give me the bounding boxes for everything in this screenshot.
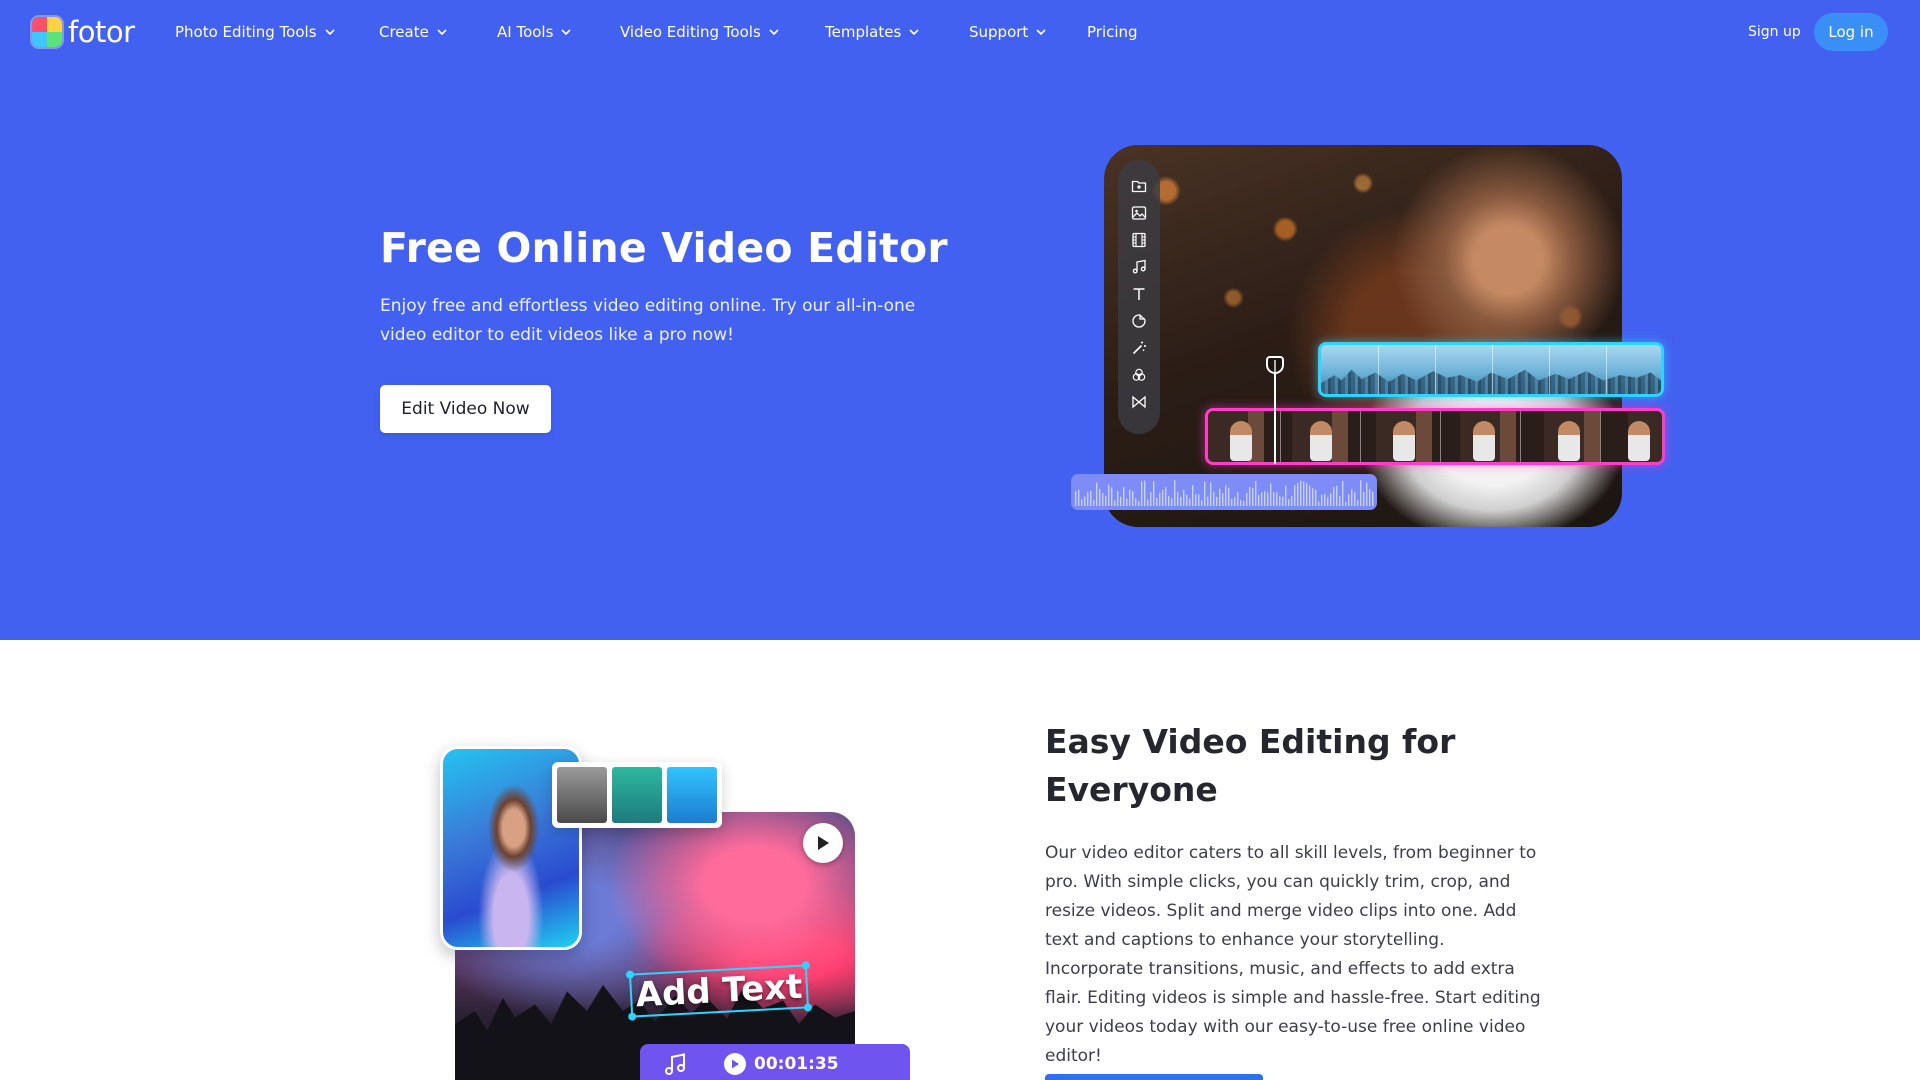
add-text-overlay: Add Text bbox=[625, 961, 813, 1021]
clip-separator bbox=[1360, 411, 1361, 462]
clip-separator bbox=[1600, 411, 1601, 462]
playhead-handle-icon bbox=[1266, 356, 1284, 374]
sign-up-link[interactable]: Sign up bbox=[1748, 20, 1801, 44]
chevron-down-icon bbox=[561, 29, 571, 36]
audio-waveform-track bbox=[1071, 474, 1377, 510]
timecode: 00:01:35 bbox=[754, 1054, 839, 1074]
nav-video-editing-tools[interactable]: Video Editing Tools bbox=[620, 20, 780, 44]
filter-thumbnail-grayscale bbox=[557, 767, 607, 823]
add-text-label: Add Text bbox=[634, 966, 804, 1016]
chevron-down-icon bbox=[324, 29, 335, 36]
portrait-frame bbox=[1628, 421, 1650, 461]
hero-section: fotor Photo Editing Tools Create AI Tool… bbox=[0, 0, 1920, 640]
brand-name: fotor bbox=[68, 15, 135, 49]
nav-label: Video Editing Tools bbox=[620, 23, 761, 41]
text-icon bbox=[1129, 284, 1149, 304]
clip-separator bbox=[1520, 411, 1521, 462]
nav-support[interactable]: Support bbox=[969, 20, 1047, 44]
clip-separator bbox=[1435, 345, 1436, 394]
play-button-icon bbox=[803, 823, 843, 863]
nav-pricing[interactable]: Pricing bbox=[1087, 20, 1138, 44]
music-note-icon bbox=[665, 1053, 685, 1075]
timeline-playhead bbox=[1274, 360, 1276, 464]
music-note-icon bbox=[1129, 257, 1149, 277]
video-editor-preview-image bbox=[1104, 145, 1622, 527]
sticker-icon bbox=[1129, 311, 1149, 331]
magic-wand-icon bbox=[1129, 338, 1149, 358]
feature-cta-button[interactable] bbox=[1045, 1074, 1263, 1080]
portrait-frame bbox=[1310, 421, 1332, 461]
play-icon bbox=[724, 1053, 746, 1075]
hero-title: Free Online Video Editor bbox=[380, 224, 948, 272]
filter-thumbnail-blue bbox=[667, 767, 717, 823]
filter-thumbnail-teal bbox=[612, 767, 662, 823]
nav-label: Templates bbox=[825, 23, 902, 41]
video-track-cyan bbox=[1318, 342, 1664, 397]
nav-create[interactable]: Create bbox=[379, 20, 448, 44]
fotor-logo[interactable]: fotor bbox=[32, 16, 135, 48]
waveform-icon bbox=[1075, 480, 1374, 506]
nav-label: Pricing bbox=[1087, 23, 1138, 41]
upload-folder-icon bbox=[1129, 176, 1149, 196]
city-skyline-clip bbox=[1321, 369, 1661, 394]
chevron-down-icon bbox=[437, 29, 447, 36]
fotor-logo-mark-icon bbox=[32, 17, 62, 47]
clip-separator bbox=[1492, 345, 1493, 394]
image-icon bbox=[1129, 203, 1149, 223]
clip-separator bbox=[1440, 411, 1441, 462]
nav-photo-editing-tools[interactable]: Photo Editing Tools bbox=[175, 20, 336, 44]
filter-thumbnails bbox=[552, 762, 722, 828]
clip-separator bbox=[1378, 345, 1379, 394]
chevron-down-icon bbox=[909, 29, 919, 36]
nav-label: Photo Editing Tools bbox=[175, 23, 317, 41]
nav-templates[interactable]: Templates bbox=[825, 20, 920, 44]
chevron-down-icon bbox=[769, 29, 779, 36]
feature-description: Our video editor caters to all skill lev… bbox=[1045, 843, 1541, 1066]
resize-handle-icon bbox=[625, 970, 635, 979]
editor-toolbar bbox=[1118, 160, 1160, 434]
timeline-bar: 00:01:35 bbox=[640, 1044, 910, 1080]
portrait-frame bbox=[1393, 421, 1415, 461]
top-navigation: fotor Photo Editing Tools Create AI Tool… bbox=[0, 0, 1920, 64]
clip-separator bbox=[1549, 345, 1550, 394]
portrait-frame bbox=[1230, 421, 1252, 461]
nav-label: AI Tools bbox=[497, 23, 554, 41]
log-in-button[interactable]: Log in bbox=[1814, 13, 1888, 51]
nav-ai-tools[interactable]: AI Tools bbox=[497, 20, 572, 44]
portrait-frame bbox=[1473, 421, 1495, 461]
portrait-frame bbox=[1558, 421, 1580, 461]
nav-label: Create bbox=[379, 23, 429, 41]
film-icon bbox=[1129, 230, 1149, 250]
filter-icon bbox=[1129, 365, 1149, 385]
feature-title: Easy Video Editing for Everyone bbox=[1045, 722, 1456, 809]
clip-separator bbox=[1280, 411, 1281, 462]
transition-icon bbox=[1129, 392, 1149, 412]
clip-separator bbox=[1606, 345, 1607, 394]
edit-video-now-button[interactable]: Edit Video Now bbox=[380, 385, 551, 433]
hero-description: Enjoy free and effortless video editing … bbox=[380, 296, 916, 345]
nav-label: Support bbox=[969, 23, 1029, 41]
chevron-down-icon bbox=[1036, 29, 1046, 36]
